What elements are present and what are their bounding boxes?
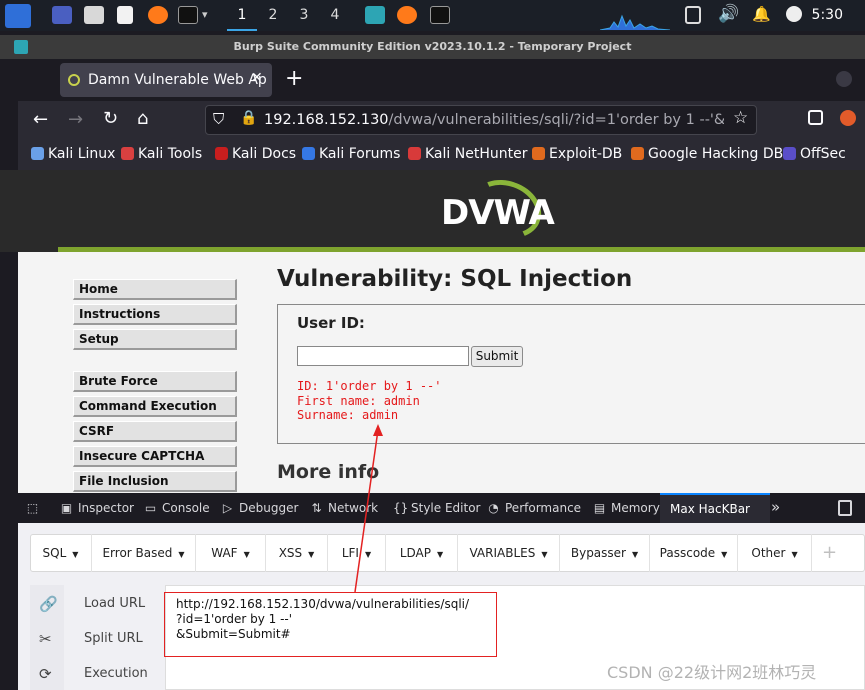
watermark: CSDN @22级计网2班林巧灵 bbox=[607, 663, 817, 682]
annotation-arrow bbox=[354, 424, 383, 593]
